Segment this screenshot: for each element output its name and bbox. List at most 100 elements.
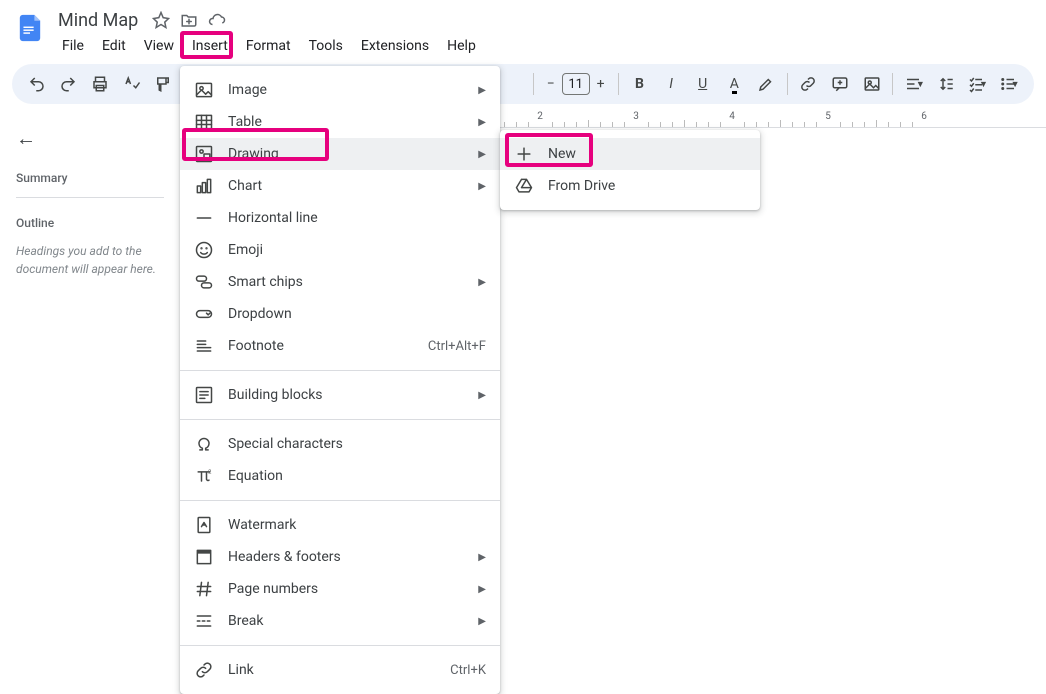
menu-item-footnote[interactable]: Footnote Ctrl+Alt+F — [180, 330, 500, 362]
shortcut-label: Ctrl+Alt+F — [428, 339, 486, 354]
menu-item-equation[interactable]: 2 Equation — [180, 460, 500, 492]
menu-item-building-blocks[interactable]: Building blocks ▶ — [180, 379, 500, 411]
toolbar: − 11 + B I U A ▼ ▼ ▼ — [12, 64, 1034, 104]
font-size-decrease[interactable]: − — [540, 72, 562, 96]
menu-edit[interactable]: Edit — [94, 34, 134, 58]
outline-hint: Headings you add to the document will ap… — [16, 242, 164, 278]
image-icon — [194, 80, 214, 100]
spellcheck-button[interactable] — [117, 69, 147, 99]
menu-item-emoji[interactable]: Emoji — [180, 234, 500, 266]
plus-icon — [514, 144, 534, 164]
menu-item-label: Horizontal line — [228, 210, 486, 226]
font-size-control: − 11 + — [540, 72, 612, 96]
menu-file[interactable]: File — [54, 34, 92, 58]
undo-button[interactable] — [22, 69, 52, 99]
menu-item-label: Dropdown — [228, 306, 486, 322]
omega-icon — [194, 434, 214, 454]
text-color-button[interactable]: A — [719, 69, 749, 99]
paint-format-button[interactable] — [148, 69, 178, 99]
pi-icon: 2 — [194, 466, 214, 486]
insert-link-button[interactable] — [794, 69, 824, 99]
menu-item-chart[interactable]: Chart ▶ — [180, 170, 500, 202]
font-size-value[interactable]: 11 — [562, 73, 590, 95]
submenu-arrow-icon: ▶ — [478, 181, 486, 192]
drawing-icon — [194, 144, 214, 164]
menu-item-label: Footnote — [228, 338, 414, 354]
blocks-icon — [194, 385, 214, 405]
star-icon[interactable] — [152, 11, 170, 29]
line-spacing-button[interactable] — [931, 69, 961, 99]
redo-button[interactable] — [54, 69, 84, 99]
bullet-list-button[interactable]: ▼ — [994, 69, 1024, 99]
print-button[interactable] — [85, 69, 115, 99]
shortcut-label: Ctrl+K — [450, 663, 486, 678]
link-icon — [194, 660, 214, 680]
menu-item-break[interactable]: Break ▶ — [180, 605, 500, 637]
checklist-button[interactable]: ▼ — [963, 69, 993, 99]
menu-item-page-numbers[interactable]: Page numbers▶ — [180, 573, 500, 605]
menu-item-label: Watermark — [228, 517, 486, 533]
footnote-icon — [194, 336, 214, 356]
menu-item-label: Image — [228, 82, 464, 98]
menu-item-label: Equation — [228, 468, 486, 484]
menu-item-label: Chart — [228, 178, 464, 194]
submenu-arrow-icon: ▶ — [478, 85, 486, 96]
menu-item-label: Break — [228, 613, 464, 629]
outline-sidebar: ← Summary Outline Headings you add to th… — [0, 110, 180, 667]
menu-view[interactable]: View — [136, 34, 182, 58]
menu-item-dropdown[interactable]: Dropdown — [180, 298, 500, 330]
menu-item-smart-chips[interactable]: Smart chips ▶ — [180, 266, 500, 298]
back-arrow-icon[interactable]: ← — [16, 126, 36, 151]
font-size-increase[interactable]: + — [590, 72, 612, 96]
menu-tools[interactable]: Tools — [301, 34, 351, 58]
menu-extensions[interactable]: Extensions — [353, 34, 437, 58]
menu-item-label: Smart chips — [228, 274, 464, 290]
bold-button[interactable]: B — [625, 69, 655, 99]
table-icon — [194, 112, 214, 132]
menu-format[interactable]: Format — [238, 34, 299, 58]
menu-item-label: From Drive — [548, 178, 746, 194]
submenu-arrow-icon: ▶ — [478, 584, 486, 595]
highlight-button[interactable] — [751, 69, 781, 99]
cloud-icon[interactable] — [208, 11, 226, 29]
menu-item-label: Headers & footers — [228, 549, 464, 565]
align-button[interactable]: ▼ — [899, 69, 929, 99]
menu-item-from-drive[interactable]: From Drive — [500, 170, 760, 202]
submenu-arrow-icon: ▶ — [478, 277, 486, 288]
menu-insert[interactable]: Insert — [184, 34, 236, 58]
menu-item-watermark[interactable]: Watermark — [180, 509, 500, 541]
menu-item-headers-&-footers[interactable]: Headers & footers ▶ — [180, 541, 500, 573]
menu-item-label: Link — [228, 662, 436, 678]
add-comment-button[interactable] — [825, 69, 855, 99]
submenu-arrow-icon: ▶ — [478, 390, 486, 401]
menu-item-table[interactable]: Table▶ — [180, 106, 500, 138]
menu-item-label: Special characters — [228, 436, 486, 452]
watermark-icon — [194, 515, 214, 535]
outline-label: Outline — [16, 216, 164, 230]
insert-menu-dropdown: Image▶Table▶Drawing▶Chart▶Horizontal lin… — [180, 66, 500, 694]
underline-button[interactable]: U — [688, 69, 718, 99]
menu-item-drawing[interactable]: Drawing ▶ — [180, 138, 500, 170]
menu-item-label: Building blocks — [228, 387, 464, 403]
italic-button[interactable]: I — [656, 69, 686, 99]
menu-item-label: New — [548, 146, 746, 162]
doc-title[interactable]: Mind Map — [54, 8, 142, 33]
docs-logo[interactable] — [12, 10, 48, 46]
menu-item-link[interactable]: Link Ctrl+K — [180, 654, 500, 686]
menu-item-horizontal-line[interactable]: Horizontal line — [180, 202, 500, 234]
submenu-arrow-icon: ▶ — [478, 552, 486, 563]
menu-help[interactable]: Help — [439, 34, 484, 58]
insert-image-button[interactable] — [857, 69, 887, 99]
menubar: FileEditViewInsertFormatToolsExtensionsH… — [54, 34, 1034, 58]
drive-icon — [514, 176, 534, 196]
submenu-arrow-icon: ▶ — [478, 149, 486, 160]
menu-item-label: Table — [228, 114, 464, 130]
menu-item-special-characters[interactable]: Special characters — [180, 428, 500, 460]
menu-item-image[interactable]: Image ▶ — [180, 74, 500, 106]
menu-item-new[interactable]: New — [500, 138, 760, 170]
move-icon[interactable] — [180, 11, 198, 29]
drawing-submenu-dropdown: New From Drive — [500, 130, 760, 210]
submenu-arrow-icon: ▶ — [478, 616, 486, 627]
summary-label: Summary — [16, 171, 164, 185]
menu-item-label: Drawing — [228, 146, 464, 162]
